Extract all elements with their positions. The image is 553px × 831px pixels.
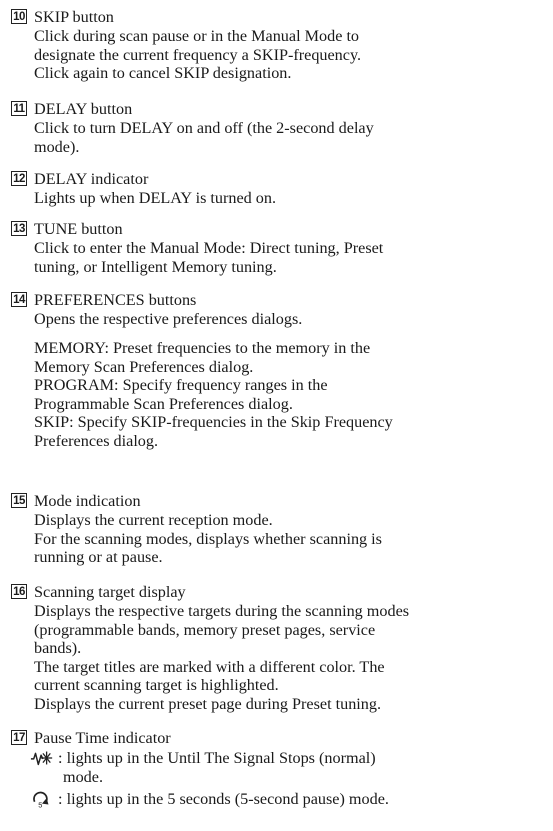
description-line: running or at pause. — [34, 548, 163, 567]
description-line: Displays the respective targets during t… — [34, 602, 410, 620]
signal-wave-icon — [30, 751, 53, 766]
entry-description: Displays the respective targets during t… — [34, 602, 409, 714]
description-line: The target titles are marked with a diff… — [34, 657, 385, 676]
item-number-badge: 10 — [11, 9, 27, 24]
description-line: designate the current frequency a SKIP-f… — [34, 45, 362, 64]
manual-page: 10 SKIP button Click during scan pause o… — [0, 0, 553, 831]
entry-description: Lights up when DELAY is turned on. — [34, 189, 276, 208]
pause-mode-text: : lights up in the Until The Signal Stop… — [58, 749, 376, 767]
five-seconds-label: 5 — [38, 800, 42, 808]
preferences-details: MEMORY: Preset frequencies to the memory… — [34, 339, 393, 451]
item-number-badge: 13 — [11, 221, 27, 236]
entry-title: Mode indication — [34, 492, 141, 510]
pause-mode-item: 5 : lights up in the 5 seconds (5-second… — [30, 790, 389, 809]
description-line: current scanning target is highlighted. — [34, 676, 279, 695]
item-number-badge: 16 — [11, 584, 27, 599]
entry-description: Click to enter the Manual Mode: Direct t… — [34, 239, 383, 276]
entry-title: DELAY button — [34, 100, 133, 118]
description-line: mode). — [34, 137, 80, 156]
description-line: Displays the current preset page during … — [34, 694, 382, 713]
description-line: Opens the respective preferences dialogs… — [34, 310, 303, 328]
description-line: Programmable Scan Preferences dialog. — [34, 394, 293, 413]
entry-title: SKIP button — [34, 8, 114, 26]
entry-title: DELAY indicator — [34, 170, 149, 188]
item-number-badge: 17 — [11, 730, 27, 745]
description-line: Click to enter the Manual Mode: Direct t… — [34, 239, 384, 257]
description-line: Lights up when DELAY is turned on. — [34, 189, 277, 207]
entry-description: Click during scan pause or in the Manual… — [34, 27, 361, 83]
description-line: Memory Scan Preferences dialog. — [34, 357, 254, 376]
entry-title: Scanning target display — [34, 583, 186, 601]
description-line: Click during scan pause or in the Manual… — [34, 27, 360, 45]
description-line: Click to turn DELAY on and off (the 2-se… — [34, 119, 374, 137]
description-line: SKIP: Specify SKIP-frequencies in the Sk… — [34, 413, 393, 432]
description-line: bands). — [34, 639, 82, 658]
entry-description: Click to turn DELAY on and off (the 2-se… — [34, 119, 374, 156]
description-line: (programmable bands, memory preset pages… — [34, 620, 376, 639]
entry-description: Displays the current reception mode. For… — [34, 511, 382, 567]
entry-title: TUNE button — [34, 220, 123, 238]
description-line: Displays the current reception mode. — [34, 511, 273, 529]
five-second-arrow-icon: 5 — [33, 791, 49, 808]
description-line: Click again to cancel SKIP designation. — [34, 64, 292, 83]
entry-description: Opens the respective preferences dialogs… — [34, 310, 302, 329]
description-line: For the scanning modes, displays whether… — [34, 529, 382, 548]
pause-mode-continuation: mode. — [63, 768, 104, 786]
item-number-badge: 14 — [11, 292, 27, 307]
item-number-badge: 11 — [11, 101, 27, 116]
item-number-badge: 12 — [11, 171, 27, 186]
pause-mode-text: : lights up in the 5 seconds (5-second p… — [58, 790, 389, 808]
description-line: Preferences dialog. — [34, 431, 159, 450]
item-number-badge: 15 — [11, 493, 27, 508]
entry-title: PREFERENCES buttons — [34, 291, 197, 309]
pause-mode-item: : lights up in the Until The Signal Stop… — [30, 749, 376, 768]
entry-title: Pause Time indicator — [34, 729, 171, 747]
description-line: MEMORY: Preset frequencies to the memory… — [34, 339, 371, 357]
description-line: tuning, or Intelligent Memory tuning. — [34, 257, 277, 276]
description-line: PROGRAM: Specify frequency ranges in the — [34, 376, 328, 395]
